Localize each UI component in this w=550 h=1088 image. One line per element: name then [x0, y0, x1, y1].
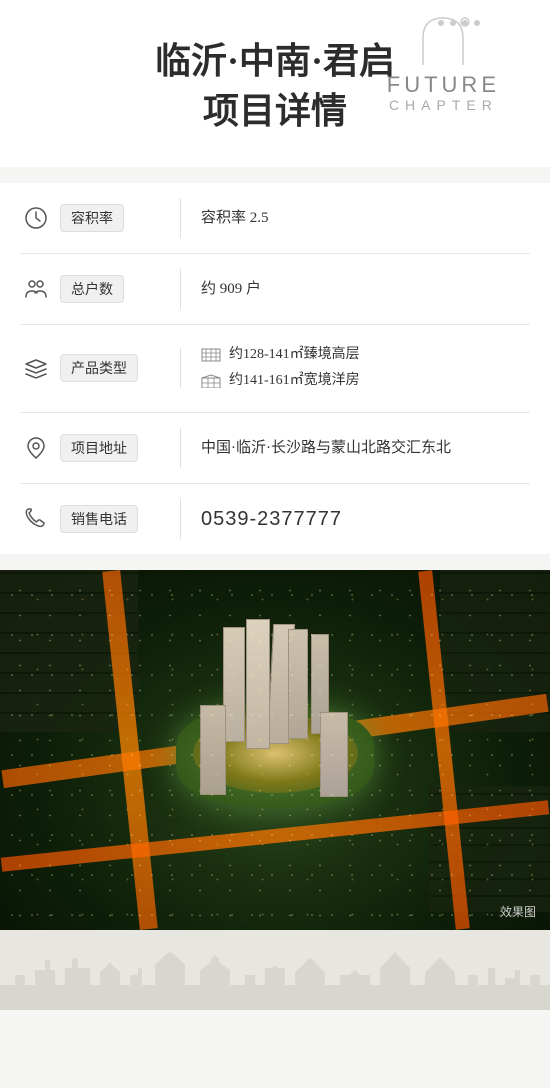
total-units-label: 总户数 — [60, 275, 124, 303]
divider-4 — [180, 428, 181, 468]
info-icon-label-plot-ratio: 容积率 — [20, 202, 160, 234]
location-icon — [20, 432, 52, 464]
future-chapter-logo: FUTURE CHAPTER — [387, 10, 500, 116]
info-row-product-type: 产品类型 约128-141㎡臻境高层 — [20, 325, 530, 413]
product-text-2: 约141-161㎡宽境洋房 — [229, 370, 360, 392]
people-icon — [20, 273, 52, 305]
future-chapter-area: FUTURE CHAPTER — [30, 20, 520, 26]
divider-5 — [180, 499, 181, 539]
product-item-2: 约141-161㎡宽境洋房 — [201, 370, 530, 392]
layers-icon — [20, 352, 52, 384]
product-item-1: 约128-141㎡臻境高层 — [201, 344, 530, 366]
phone-label: 销售电话 — [60, 505, 138, 533]
address-label: 项目地址 — [60, 434, 138, 462]
chapter-text: CHAPTER — [387, 96, 500, 116]
info-icon-label-phone: 销售电话 — [20, 503, 160, 535]
info-icon-label-address: 项目地址 — [20, 432, 160, 464]
info-row-plot-ratio: 容积率 容积率 2.5 — [20, 183, 530, 254]
address-value: 中国·临沂·长沙路与蒙山北路交汇东北 — [201, 436, 530, 460]
phone-value: 0539-2377777 — [201, 503, 530, 535]
city-background — [0, 570, 550, 930]
clock-icon — [20, 202, 52, 234]
info-row-address: 项目地址 中国·临沂·长沙路与蒙山北路交汇东北 — [20, 413, 530, 484]
divider-3 — [180, 348, 181, 388]
info-row-phone: 销售电话 0539-2377777 — [20, 484, 530, 554]
image-caption: 效果图 — [500, 903, 536, 920]
building-villa-icon — [201, 374, 221, 388]
info-icon-label-total-units: 总户数 — [20, 273, 160, 305]
divider-1 — [180, 198, 181, 238]
plot-ratio-value: 容积率 2.5 — [201, 206, 530, 230]
page-wrapper: FUTURE CHAPTER 临沂·中南·君启 项目详情 容积率 — [0, 0, 550, 1088]
bottom-skyline — [0, 930, 550, 1010]
info-section: 容积率 容积率 2.5 总户数 — [0, 183, 550, 554]
header-section: FUTURE CHAPTER 临沂·中南·君启 项目详情 — [0, 0, 550, 167]
aerial-image — [0, 570, 550, 930]
image-section: 效果图 — [0, 570, 550, 930]
plot-ratio-label: 容积率 — [60, 204, 124, 232]
total-units-value: 约 909 户 — [201, 277, 530, 301]
info-icon-label-product-type: 产品类型 — [20, 352, 160, 384]
phone-icon — [20, 503, 52, 535]
divider-2 — [180, 269, 181, 309]
info-row-total-units: 总户数 约 909 户 — [20, 254, 530, 325]
product-type-label: 产品类型 — [60, 354, 138, 382]
lights-overlay — [0, 570, 550, 930]
product-text-1: 约128-141㎡臻境高层 — [229, 344, 360, 366]
future-text: FUTURE — [387, 74, 500, 96]
skyline-svg — [0, 930, 550, 1010]
arch-shape — [413, 10, 473, 70]
product-type-value: 约128-141㎡臻境高层 约141-161㎡宽境洋房 — [201, 340, 530, 397]
building-high-icon — [201, 348, 221, 362]
